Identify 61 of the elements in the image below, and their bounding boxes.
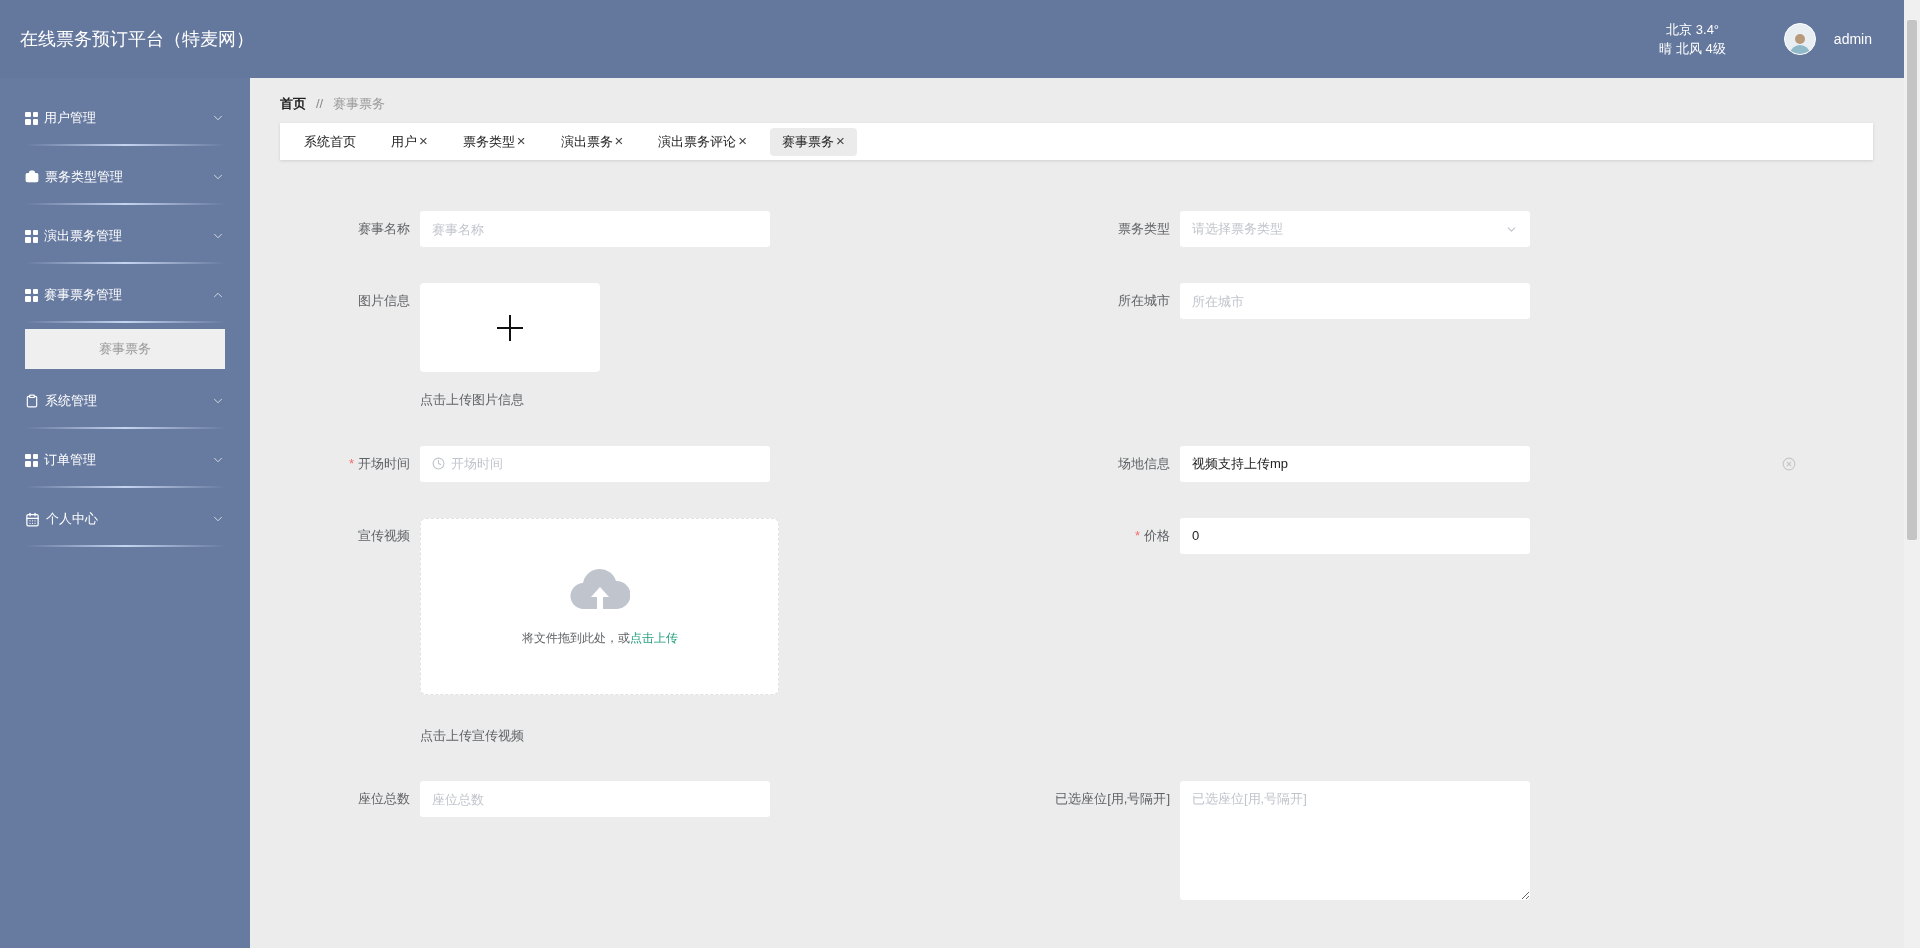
briefcase-icon: [25, 170, 39, 184]
tab[interactable]: 赛事票务×: [770, 127, 857, 156]
close-icon[interactable]: ×: [738, 130, 748, 153]
image-upload-box[interactable]: [420, 283, 600, 372]
close-icon[interactable]: ×: [836, 130, 845, 153]
input-field[interactable]: 视频支持上传mp: [1180, 445, 1530, 482]
field-label: 所在城市: [1118, 292, 1170, 310]
close-icon[interactable]: ×: [614, 130, 624, 153]
weather-condition: 晴 北风 4级: [1659, 40, 1726, 58]
breadcrumb-item: 赛事票务: [333, 95, 386, 114]
grid-icon: [25, 453, 38, 467]
calendar-icon: [25, 511, 40, 527]
input-field[interactable]: 赛事名称: [420, 211, 770, 247]
clear-icon[interactable]: [1782, 456, 1796, 471]
tab[interactable]: 演出票务×: [548, 127, 636, 156]
drop-text: 将文件拖到此处，或点击上传: [521, 630, 678, 647]
video-drop-zone[interactable]: 将文件拖到此处，或点击上传: [420, 517, 779, 695]
sidebar-item[interactable]: 票务类型管理: [25, 151, 225, 203]
grid-icon: [25, 111, 38, 125]
required-mark: *: [348, 454, 354, 473]
tab[interactable]: 系统首页: [292, 127, 368, 156]
close-icon[interactable]: ×: [419, 130, 428, 153]
field-label: 价格: [1144, 526, 1170, 545]
input-field[interactable]: 0: [1180, 517, 1530, 554]
user-name[interactable]: admin: [1833, 28, 1872, 50]
field-label: 图片信息: [358, 292, 410, 310]
upload-hint: 点击上传宣传视频: [420, 726, 525, 745]
grid-icon: [25, 229, 38, 243]
field-label: 宣传视频: [358, 526, 410, 545]
sidebar-item[interactable]: 订单管理: [25, 434, 225, 486]
sidebar-item[interactable]: 赛事票务管理: [25, 269, 225, 321]
field-label: 赛事名称: [358, 220, 410, 238]
sidebar-item[interactable]: 个人中心: [25, 493, 225, 545]
breadcrumb-separator: //: [316, 95, 324, 114]
clock-icon: [432, 457, 445, 470]
close-icon[interactable]: ×: [516, 130, 526, 153]
grid-icon: [25, 288, 38, 302]
sidebar-item[interactable]: 演出票务管理: [25, 210, 225, 262]
input-field[interactable]: 所在城市: [1180, 283, 1530, 319]
sidebar-item[interactable]: 系统管理: [25, 375, 225, 427]
scrollbar[interactable]: [1904, 0, 1920, 948]
field-label: 座位总数: [358, 790, 410, 808]
textarea-field[interactable]: 已选座位[用,号隔开]: [1180, 781, 1530, 900]
input-field[interactable]: 座位总数: [420, 781, 770, 817]
tab[interactable]: 用户×: [379, 127, 440, 156]
field-label: 票务类型: [1118, 220, 1170, 238]
field-label: 场地信息: [1118, 454, 1170, 473]
upload-hint: 点击上传图片信息: [420, 391, 525, 409]
sidebar-item[interactable]: 用户管理: [25, 92, 225, 144]
plus-icon: [496, 313, 524, 342]
breadcrumb-item[interactable]: 首页: [280, 94, 306, 114]
field-label: 已选座位[用,号隔开]: [1055, 790, 1170, 808]
avatar[interactable]: [1783, 23, 1816, 55]
upload-link[interactable]: 点击上传: [629, 631, 678, 645]
clipboard-icon: [25, 394, 39, 408]
app-title: 在线票务预订平台（特麦网）: [20, 27, 254, 51]
required-mark: *: [1134, 526, 1140, 545]
field-label: 开场时间: [358, 454, 410, 473]
weather-location: 北京 3.4°: [1666, 21, 1720, 39]
tab[interactable]: 演出票务评论×: [646, 127, 760, 156]
tab[interactable]: 票务类型×: [450, 127, 538, 156]
